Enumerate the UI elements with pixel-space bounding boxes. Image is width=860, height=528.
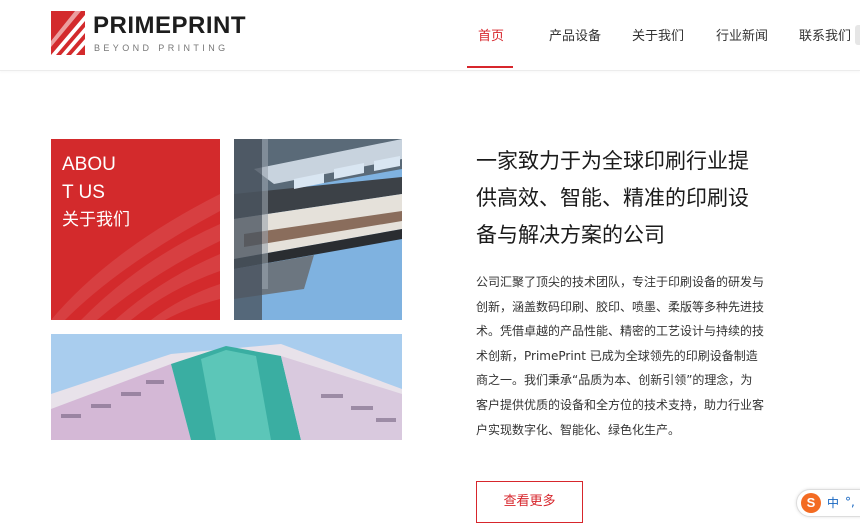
site-header: PRIMEPRINT BEYOND PRINTING 首页 产品设备 关于我们 …	[0, 0, 860, 71]
sogou-ime-icon[interactable]: S	[801, 493, 821, 513]
about-description: 公司汇聚了顶尖的技术团队，专注于印刷设备的研发与创新，涵盖数码印刷、胶印、喷墨、…	[476, 275, 765, 437]
logo-icon[interactable]	[51, 11, 85, 55]
view-more-button[interactable]: 查看更多	[476, 481, 583, 523]
nav-item-about[interactable]: 关于我们	[632, 28, 684, 46]
about-headline: 一家致力于为全球印刷行业提供高效、智能、精准的印刷设备与解决方案的公司	[476, 149, 749, 247]
nav-item-news[interactable]: 行业新闻	[716, 28, 768, 46]
about-tile-title-en: ABOUT US	[62, 154, 116, 203]
nav-item-products[interactable]: 产品设备	[549, 28, 601, 46]
about-tile-title-cn: 关于我们	[62, 210, 130, 230]
nav-item-contact[interactable]: 联系我们	[799, 28, 851, 46]
ime-punctuation-indicator[interactable]: °,	[845, 493, 855, 511]
nav-active-indicator	[467, 66, 513, 68]
about-us-tile[interactable]: ABOUT US 关于我们	[51, 139, 220, 320]
building-photo-top	[234, 139, 402, 320]
ime-mode-indicator[interactable]: 中	[827, 494, 839, 512]
nav-overflow-handle[interactable]	[855, 25, 860, 45]
building-photo-bottom	[51, 334, 402, 440]
brand-tagline: BEYOND PRINTING	[94, 43, 229, 53]
brand-name[interactable]: PRIMEPRINT	[93, 12, 246, 40]
nav-item-home[interactable]: 首页	[478, 28, 504, 46]
ime-toolbar[interactable]: S 中 °,	[796, 489, 860, 517]
